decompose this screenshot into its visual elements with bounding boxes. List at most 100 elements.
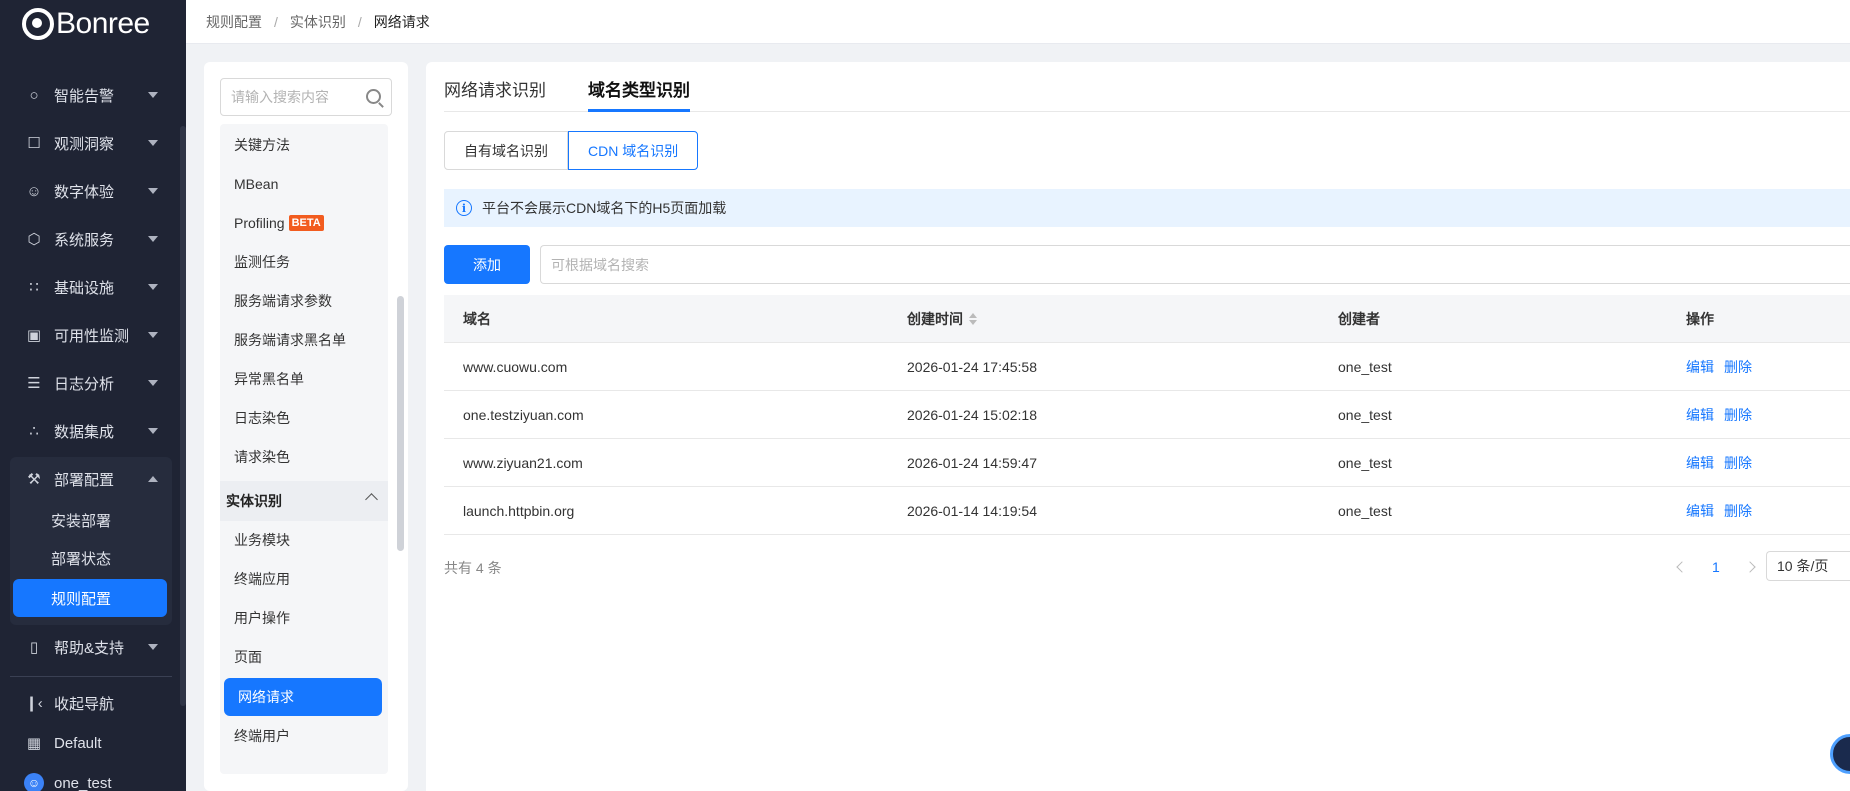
tree-item-page[interactable]: 页面: [220, 638, 388, 676]
next-page-icon[interactable]: [1744, 561, 1756, 573]
edit-link[interactable]: 编辑: [1686, 405, 1714, 425]
beta-badge: BETA: [288, 215, 324, 231]
tree-item-terminal-user[interactable]: 终端用户: [220, 717, 388, 755]
sort-icon[interactable]: [969, 313, 977, 325]
nav-item-label: 数字体验: [54, 183, 115, 201]
tree-item-key-method[interactable]: 关键方法: [220, 126, 388, 164]
system-service-icon: ⬡: [27, 231, 41, 248]
tab-domain-type-recognition[interactable]: 域名类型识别: [588, 76, 690, 112]
edit-link[interactable]: 编辑: [1686, 501, 1714, 521]
nav-item-alerts[interactable]: ○ 智能告警: [10, 75, 172, 115]
nav-item-label: 可用性监测: [54, 327, 130, 345]
tree-item-monitor-task[interactable]: 监测任务: [220, 243, 388, 281]
cell-domain: www.ziyuan21.com: [463, 455, 583, 471]
tab-bar: 网络请求识别 域名类型识别: [444, 62, 1850, 112]
breadcrumb-item[interactable]: 规则配置: [206, 12, 262, 32]
delete-link[interactable]: 删除: [1724, 453, 1752, 473]
cell-domain: www.cuowu.com: [463, 359, 568, 375]
tree-item-user-action[interactable]: 用户操作: [220, 599, 388, 637]
workspace-switcher[interactable]: ▦ Default: [10, 723, 172, 763]
delete-link[interactable]: 删除: [1724, 405, 1752, 425]
nav-item-infrastructure[interactable]: ∷ 基础设施: [10, 267, 172, 307]
nav-item-system-service[interactable]: ⬡ 系统服务: [10, 219, 172, 259]
tab-network-request-recognition[interactable]: 网络请求识别: [444, 76, 546, 112]
edit-link[interactable]: 编辑: [1686, 357, 1714, 377]
tree-item-label: Profiling: [234, 215, 285, 231]
book-icon: ▯: [29, 639, 39, 656]
page-size-value: 10 条/页: [1777, 558, 1829, 574]
tree-item-label: MBean: [234, 176, 279, 192]
rule-tree: 关键方法 MBean Profiling BETA 监测任务 服务端请求参数 服务…: [220, 124, 388, 774]
breadcrumb-item[interactable]: 实体识别: [290, 12, 346, 32]
nav-item-deploy-config[interactable]: ⚒ 部署配置: [10, 459, 172, 499]
nav-sub-rule-config[interactable]: 规则配置: [13, 579, 167, 617]
tree-group-entity-recognition[interactable]: 实体识别: [220, 481, 388, 521]
tree-item-network-request[interactable]: 网络请求: [224, 678, 382, 716]
table-row: www.ziyuan21.com 2026-01-24 14:59:47 one…: [444, 439, 1850, 487]
tree-item-mbean[interactable]: MBean: [220, 165, 388, 203]
nav-item-availability[interactable]: ▣ 可用性监测: [10, 315, 172, 355]
data-integration-icon: ∴: [29, 423, 39, 440]
tree-item-exception-blacklist[interactable]: 异常黑名单: [220, 360, 388, 398]
nav-sub-install[interactable]: 安装部署: [13, 501, 167, 539]
edit-link[interactable]: 编辑: [1686, 453, 1714, 473]
rule-tree-panel: 请输入搜索内容 关键方法 MBean Profiling BETA 监测任务 服务…: [204, 62, 408, 791]
add-button[interactable]: 添加: [444, 245, 530, 284]
page-number[interactable]: 1: [1712, 559, 1720, 575]
tree-item-terminal-app[interactable]: 终端应用: [220, 560, 388, 598]
nav-sub-deploy-status[interactable]: 部署状态: [13, 539, 167, 577]
nav-item-digital-experience[interactable]: ☺ 数字体验: [10, 171, 172, 211]
user-experience-icon: ☺: [26, 182, 42, 200]
nav-scrollbar[interactable]: [180, 126, 186, 706]
column-header-label: 创建时间: [907, 311, 963, 327]
cell-actions: 编辑 删除: [1686, 391, 1762, 439]
nav-item-label: 智能告警: [54, 87, 115, 105]
caret-down-icon: [148, 644, 158, 650]
nav-item-label: 基础设施: [54, 279, 115, 297]
nav-sub-label: 安装部署: [51, 512, 112, 530]
delete-link[interactable]: 删除: [1724, 357, 1752, 377]
tree-item-label: 终端用户: [234, 728, 290, 744]
tree-item-log-dye[interactable]: 日志染色: [220, 399, 388, 437]
domain-table: 域名 创建时间 创建者 操作 www.cuowu.com 2026-01-24 …: [444, 295, 1850, 535]
domain-search-placeholder: 可根据域名搜索: [551, 256, 649, 273]
nav-item-label: 观测洞察: [54, 135, 115, 153]
pagination: 1: [1666, 551, 1766, 583]
nav-item-insight[interactable]: ☐ 观测洞察: [10, 123, 172, 163]
workspace-label: Default: [54, 734, 102, 752]
search-icon[interactable]: [366, 89, 381, 104]
delete-link[interactable]: 删除: [1724, 501, 1752, 521]
breadcrumb-separator: /: [274, 13, 278, 30]
nav-item-help[interactable]: ▯ 帮助&支持: [10, 627, 172, 667]
domain-search-input[interactable]: 可根据域名搜索: [540, 245, 1850, 284]
segment-cdn-domain[interactable]: CDN 域名识别: [568, 131, 699, 170]
column-header-actions: 操作: [1686, 311, 1714, 327]
collapse-nav-button[interactable]: ❙‹ 收起导航: [10, 683, 172, 723]
prev-page-icon[interactable]: [1676, 561, 1688, 573]
infrastructure-icon: ∷: [29, 279, 39, 296]
tree-item-request-dye[interactable]: 请求染色: [220, 438, 388, 476]
nav-item-data-integration[interactable]: ∴ 数据集成: [10, 411, 172, 451]
caret-down-icon: [148, 188, 158, 194]
tree-scrollbar[interactable]: [397, 296, 404, 551]
collapse-icon: ❙‹: [25, 695, 43, 712]
tree-item-server-request-blacklist[interactable]: 服务端请求黑名单: [220, 321, 388, 359]
chevron-up-icon: [365, 493, 378, 506]
column-header-created-time[interactable]: 创建时间: [907, 295, 977, 343]
brand-logo[interactable]: Bonree: [22, 4, 150, 44]
tree-item-profiling[interactable]: Profiling BETA: [220, 204, 388, 242]
nav-item-log-analysis[interactable]: ☰ 日志分析: [10, 363, 172, 403]
tree-item-business-module[interactable]: 业务模块: [220, 521, 388, 559]
cell-created-time: 2026-01-24 14:59:47: [907, 455, 1037, 471]
grid-icon: ▦: [26, 735, 42, 752]
tree-search-input[interactable]: 请输入搜索内容: [220, 78, 392, 116]
tree-item-label: 业务模块: [234, 532, 290, 548]
segment-own-domain[interactable]: 自有域名识别: [444, 131, 568, 170]
breadcrumb-separator: /: [357, 13, 362, 30]
info-notice: i 平台不会展示CDN域名下的H5页面加载: [444, 189, 1850, 227]
user-menu[interactable]: ☺ one_test: [10, 763, 172, 791]
nav-sub-label: 部署状态: [51, 550, 112, 568]
tree-item-server-request-params[interactable]: 服务端请求参数: [220, 282, 388, 320]
segmented-control: 自有域名识别 CDN 域名识别: [444, 131, 699, 170]
page-size-select[interactable]: 10 条/页: [1766, 551, 1850, 581]
